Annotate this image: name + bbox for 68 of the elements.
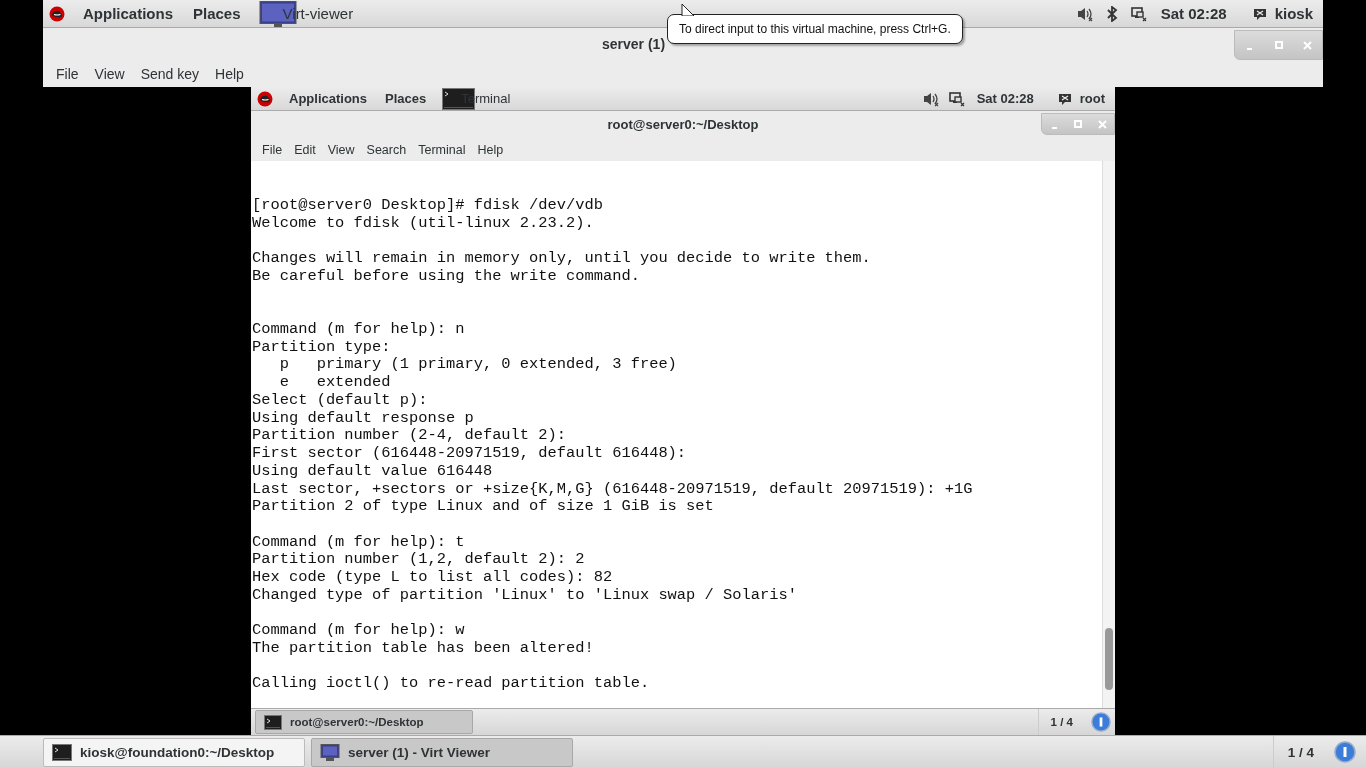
- window-title: server (1): [602, 36, 666, 52]
- taskbar-button[interactable]: kiosk@foundation0:~/Desktop: [43, 737, 305, 767]
- terminal-icon: [264, 714, 282, 730]
- user-menu[interactable]: kiosk: [1272, 5, 1315, 22]
- panel-menu[interactable]: Applications: [287, 91, 369, 106]
- panel-menu[interactable]: Applications: [81, 5, 175, 22]
- terminal-line: Partition number (1,2, default 2): 2: [252, 551, 586, 570]
- terminal-line: Partition number (2-4, default 2):: [252, 427, 568, 446]
- user-icon: [1057, 91, 1072, 106]
- terminal-icon: [52, 743, 72, 761]
- terminal-line: e extended: [278, 374, 392, 392]
- user-icon: [1252, 6, 1267, 21]
- terminal-line: The partition table has been altered!: [252, 639, 595, 658]
- terminal-line: Calling ioctl() to re-read partition table.: [252, 675, 651, 694]
- volume-icon: [922, 90, 939, 107]
- terminal-line: Changed type of partition 'Linux' to 'Linux swap / Solaris': [252, 586, 798, 605]
- redhat-icon: [257, 90, 273, 107]
- menu-item[interactable]: Help: [209, 65, 250, 82]
- scrollbar[interactable]: [1102, 161, 1115, 708]
- monitor-icon: [320, 743, 340, 761]
- user-menu[interactable]: root: [1077, 91, 1107, 106]
- notification-icon: [1091, 712, 1111, 732]
- terminal-line: Select (default p):: [252, 391, 429, 410]
- terminal-line: Changes will remain in memory only, until you decide to write them.: [252, 250, 872, 268]
- panel-menu[interactable]: Places: [383, 91, 429, 106]
- terminal-line: Partition type:: [252, 338, 392, 357]
- maximize-icon: [1274, 41, 1283, 49]
- maximize-icon: [1074, 120, 1082, 128]
- terminal-line: Partition 2 of type Linux and of size 1 GiB is set: [252, 498, 715, 516]
- close-icon: [1303, 40, 1312, 50]
- network-icon: [948, 90, 965, 107]
- taskbar-button[interactable]: server (1) - Virt Viewer: [311, 737, 573, 767]
- terminal-line: Be careful before using the write command.: [252, 267, 641, 286]
- terminal-line: First sector (616448-20971519, default 616448):: [252, 445, 688, 463]
- menu-item[interactable]: Search: [360, 142, 413, 157]
- volume-icon: [1076, 5, 1093, 22]
- terminal-line: Using default value 616448: [252, 462, 494, 481]
- terminal-line: Command (m for help): w: [252, 622, 466, 640]
- menu-item[interactable]: File: [256, 142, 289, 157]
- close-icon: [1097, 119, 1107, 129]
- minimize-icon: [1247, 48, 1252, 50]
- terminal-line: Using default response p: [252, 409, 475, 428]
- menu-item[interactable]: View: [88, 65, 131, 82]
- minimize-icon: [1051, 127, 1057, 129]
- panel-menu[interactable]: Places: [191, 5, 243, 22]
- terminal-line: Welcome to fdisk (util-linux 2.23.2).: [252, 214, 595, 233]
- terminal-line: p primary (1 primary, 0 extended, 3 free): [278, 356, 678, 375]
- notification-icon: [1334, 741, 1356, 763]
- clock[interactable]: Sat 02:28: [1158, 5, 1229, 22]
- terminal-line: [root@server0 Desktop]# fdisk /dev/vdb: [252, 197, 604, 215]
- clock[interactable]: Sat 02:28: [974, 91, 1036, 106]
- tooltip-text: To direct input to this virtual machine, press Ctrl+G.: [679, 22, 951, 36]
- menu-item[interactable]: File: [50, 65, 85, 82]
- terminal-line: Last sector, +sectors or +size{K,M,G} (616448-20971519, default 20971519): +1G: [252, 480, 974, 499]
- workspace-switcher[interactable]: 1 / 4: [1272, 736, 1328, 768]
- menu-item[interactable]: Edit: [288, 142, 322, 157]
- taskbar-button[interactable]: root@server0:~/Desktop: [255, 710, 473, 734]
- terminal-line: Hex code (type L to list all codes): 82: [252, 569, 614, 587]
- terminal-line: Command (m for help): t: [252, 533, 466, 552]
- menu-item[interactable]: Send key: [134, 65, 206, 82]
- menu-item[interactable]: View: [321, 142, 361, 157]
- terminal-line: Command (m for help): n: [252, 321, 466, 339]
- network-icon: [1130, 5, 1147, 22]
- redhat-icon: [49, 5, 65, 22]
- window-title: root@server0:~/Desktop: [607, 117, 759, 132]
- menu-item[interactable]: Terminal: [412, 142, 472, 157]
- bluetooth-icon: [1104, 5, 1119, 22]
- menu-item[interactable]: Help: [471, 142, 510, 157]
